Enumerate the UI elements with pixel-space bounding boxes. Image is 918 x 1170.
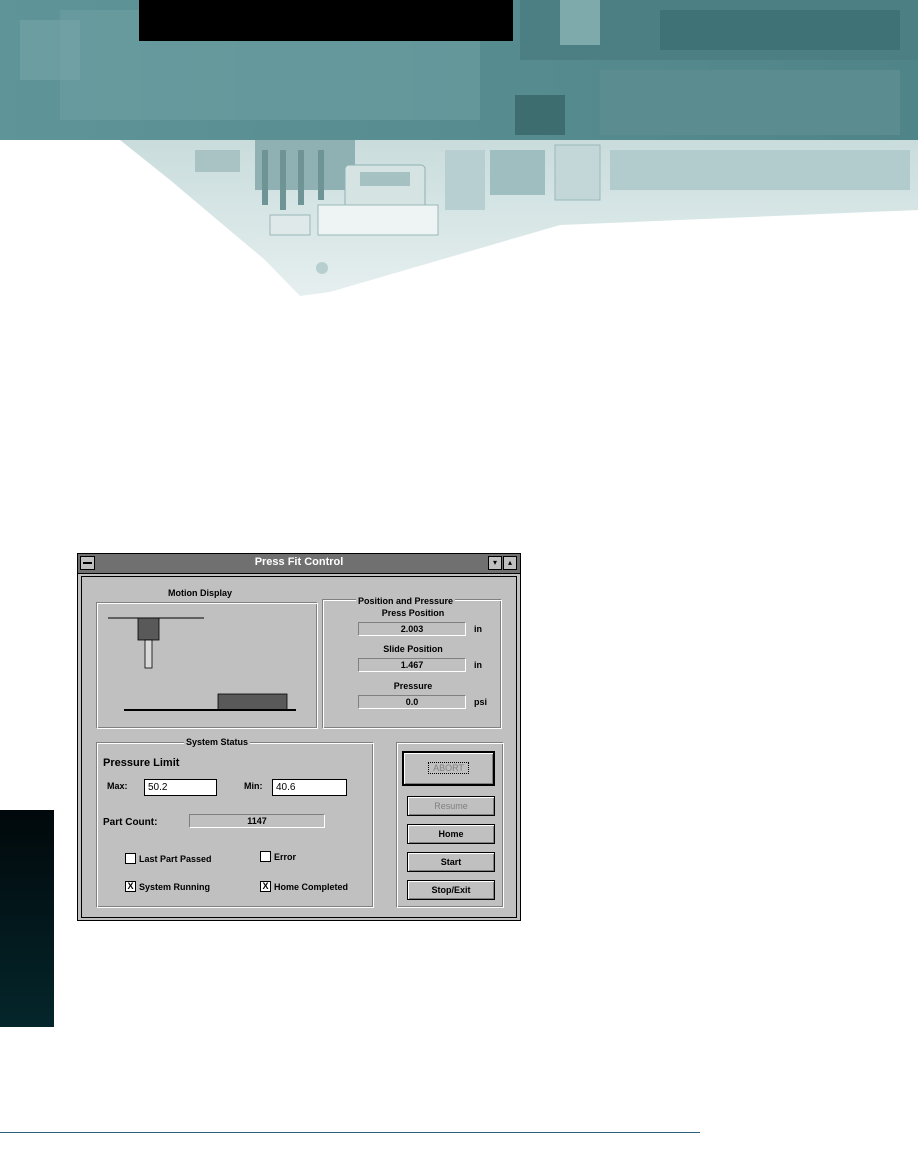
- part-count-label: Part Count:: [103, 817, 158, 828]
- button-panel: ABORT Resume Home Start Stop/Exit: [396, 742, 504, 908]
- abort-button-label: ABORT: [428, 762, 469, 774]
- error-label: Error: [274, 852, 297, 862]
- press-position-unit: in: [474, 624, 482, 634]
- header-banner: [0, 0, 918, 300]
- max-label: Max:: [107, 781, 128, 791]
- pressure-limit-label: Pressure Limit: [103, 757, 180, 769]
- error-checkbox[interactable]: [260, 851, 271, 862]
- abort-button[interactable]: ABORT: [402, 751, 495, 786]
- window-body: Motion Display Position and Pressure Pre…: [81, 576, 517, 918]
- slide-position-label: Slide Position: [383, 644, 443, 654]
- motion-diagram: [108, 617, 296, 711]
- pressure-label: Pressure: [393, 681, 433, 691]
- pressure-unit: psi: [474, 697, 488, 707]
- position-pressure-title: Position and Pressure: [356, 596, 456, 606]
- resume-button[interactable]: Resume: [407, 796, 495, 816]
- slide-position-value: 1.467: [358, 658, 466, 672]
- footer-divider: [0, 1132, 700, 1133]
- stop-exit-button[interactable]: Stop/Exit: [407, 880, 495, 900]
- window-title-bar[interactable]: Press Fit Control ▾ ▴: [78, 554, 520, 574]
- min-label: Min:: [244, 781, 263, 791]
- max-pressure-input[interactable]: 50.2: [144, 779, 217, 796]
- last-part-passed-label: Last Part Passed: [139, 854, 212, 864]
- pressure-value: 0.0: [358, 695, 466, 709]
- maximize-icon[interactable]: ▴: [503, 556, 517, 570]
- system-running-label: System Running: [139, 882, 211, 892]
- part-count-value: 1147: [189, 814, 325, 828]
- home-completed-checkbox[interactable]: X: [260, 881, 271, 892]
- system-status-title: System Status: [184, 737, 251, 747]
- slide-position-unit: in: [474, 660, 482, 670]
- start-button[interactable]: Start: [407, 852, 495, 872]
- window-title: Press Fit Control: [254, 556, 344, 568]
- header-title-block: [139, 0, 513, 41]
- motion-display-panel: [96, 602, 318, 729]
- press-fit-window: Press Fit Control ▾ ▴ Motion Display Pos…: [77, 553, 521, 921]
- press-position-value: 2.003: [358, 622, 466, 636]
- home-completed-label: Home Completed: [274, 882, 349, 892]
- minimize-icon[interactable]: ▾: [488, 556, 502, 570]
- press-position-label: Press Position: [381, 608, 445, 618]
- side-tab: [0, 810, 54, 1027]
- min-pressure-input[interactable]: 40.6: [272, 779, 347, 796]
- motion-display-title: Motion Display: [166, 588, 235, 598]
- system-running-checkbox[interactable]: X: [125, 881, 136, 892]
- home-button[interactable]: Home: [407, 824, 495, 844]
- last-part-passed-checkbox[interactable]: [125, 853, 136, 864]
- circuit-board-image: [0, 0, 918, 296]
